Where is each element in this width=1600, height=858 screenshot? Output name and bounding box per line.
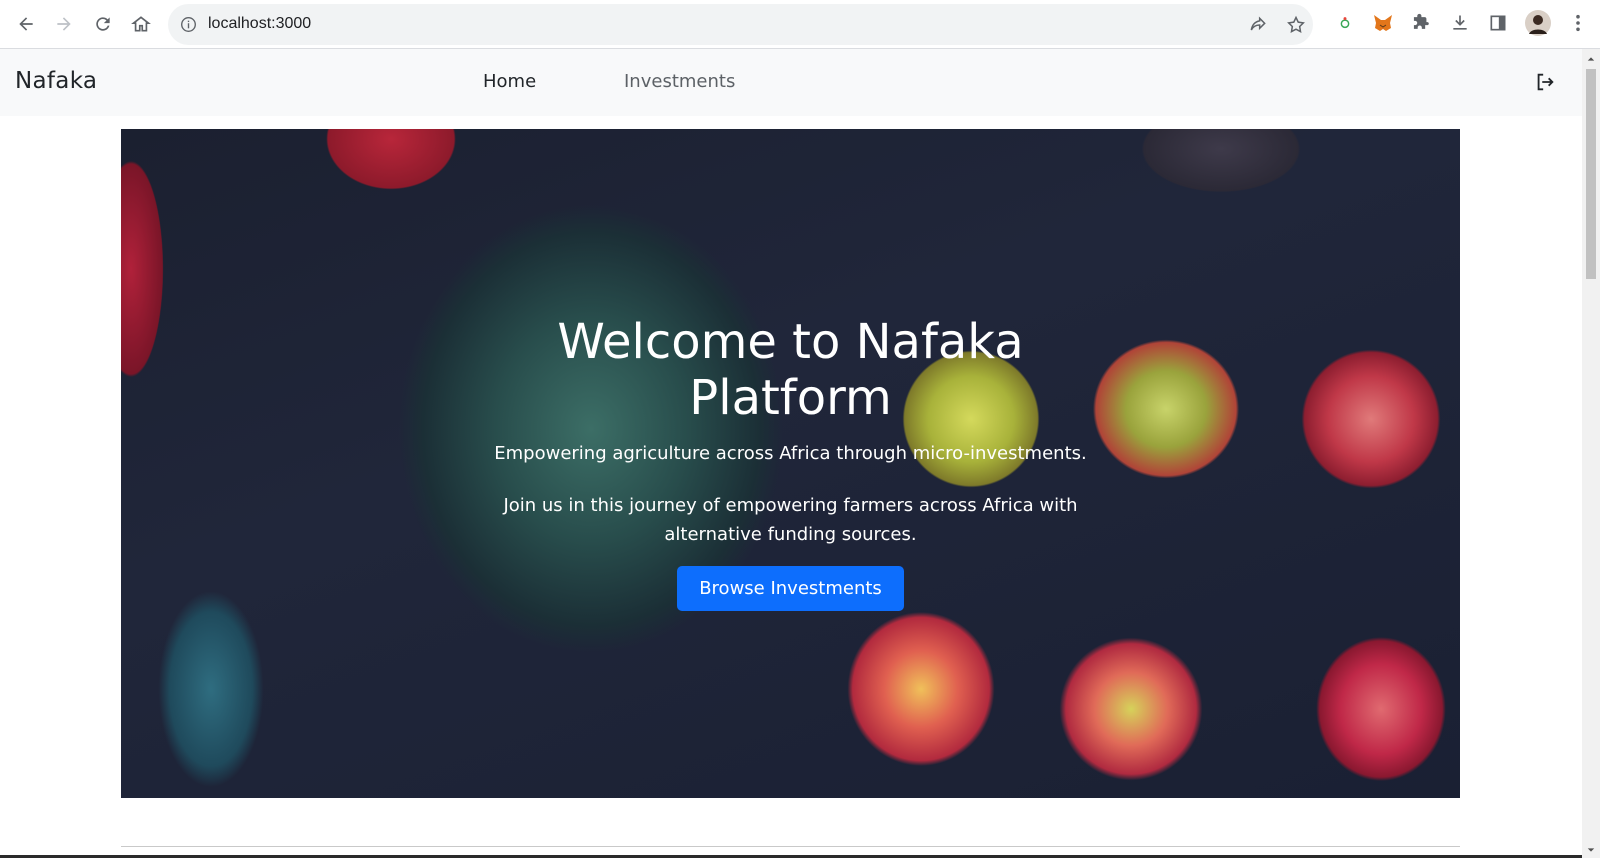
metamask-fox-icon[interactable] bbox=[1372, 12, 1394, 34]
download-icon[interactable] bbox=[1449, 12, 1471, 34]
hero-subtitle: Empowering agriculture across Africa thr… bbox=[494, 443, 1087, 464]
side-panel-icon[interactable] bbox=[1487, 12, 1509, 34]
hero-title-text: Welcome to Nafaka Platform bbox=[557, 314, 1024, 426]
brand-logo[interactable]: Nafaka bbox=[15, 68, 97, 94]
hero-title: Welcome to Nafaka Platform bbox=[121, 314, 1460, 426]
forward-icon[interactable] bbox=[52, 12, 76, 36]
home-icon[interactable] bbox=[129, 12, 153, 36]
browse-investments-button[interactable]: Browse Investments bbox=[677, 566, 904, 611]
url-text[interactable]: localhost:3000 bbox=[208, 15, 311, 33]
app-navbar: Nafaka Home Investments bbox=[0, 49, 1582, 116]
scroll-down-arrow-icon[interactable] bbox=[1586, 845, 1596, 855]
page-scrollbar[interactable] bbox=[1582, 49, 1600, 858]
extensions-puzzle-icon[interactable] bbox=[1410, 12, 1432, 34]
bookmark-star-icon[interactable] bbox=[1286, 15, 1306, 35]
hero-banner: Welcome to Nafaka Platform Empowering ag… bbox=[121, 129, 1460, 798]
site-info-icon[interactable] bbox=[180, 16, 197, 33]
section-divider bbox=[121, 846, 1460, 847]
address-bar[interactable]: localhost:3000 bbox=[168, 4, 1313, 45]
hero-description-text: Join us in this journey of empowering fa… bbox=[503, 495, 1078, 545]
extension-ring-icon[interactable] bbox=[1334, 12, 1356, 34]
profile-avatar[interactable] bbox=[1525, 10, 1551, 36]
nav-link-home[interactable]: Home bbox=[483, 71, 536, 92]
nav-link-investments[interactable]: Investments bbox=[624, 71, 735, 92]
scrollbar-thumb[interactable] bbox=[1586, 69, 1596, 279]
browser-toolbar: localhost:3000 bbox=[0, 0, 1600, 49]
hero-content: Welcome to Nafaka Platform Empowering ag… bbox=[121, 129, 1460, 798]
reload-icon[interactable] bbox=[91, 12, 115, 36]
hero-description: Join us in this journey of empowering fa… bbox=[121, 491, 1460, 549]
browser-menu-icon[interactable] bbox=[1567, 12, 1589, 34]
scroll-up-arrow-icon[interactable] bbox=[1586, 54, 1596, 64]
share-icon[interactable] bbox=[1248, 15, 1268, 35]
back-icon[interactable] bbox=[14, 12, 38, 36]
logout-icon[interactable] bbox=[1534, 71, 1556, 93]
